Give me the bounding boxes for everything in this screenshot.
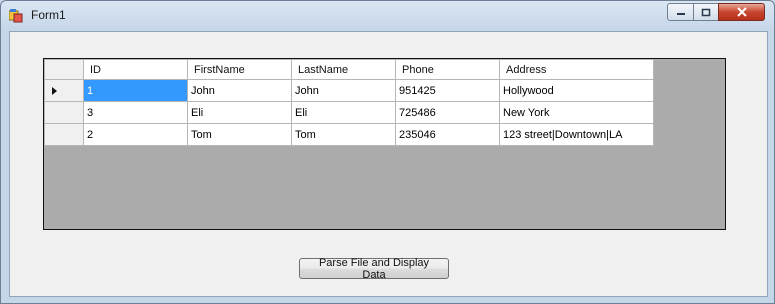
- row-header[interactable]: [44, 123, 84, 146]
- cell-id[interactable]: 3: [83, 101, 188, 124]
- restore-icon: [701, 8, 711, 16]
- parse-file-button[interactable]: Parse File and Display Data: [299, 257, 449, 281]
- form1-window: Form1 ID FirstName LastName Phone Addres…: [0, 0, 775, 304]
- row-header[interactable]: [44, 101, 84, 124]
- table-row[interactable]: 1 John John 951425 Hollywood: [44, 79, 654, 102]
- column-header-id[interactable]: ID: [83, 59, 188, 80]
- cell-phone[interactable]: 235046: [395, 123, 500, 146]
- cell-lastname[interactable]: John: [291, 79, 396, 102]
- top-left-header-cell[interactable]: [44, 59, 84, 80]
- cell-firstname[interactable]: John: [187, 79, 292, 102]
- close-button[interactable]: [718, 3, 765, 21]
- cell-id[interactable]: 2: [83, 123, 188, 146]
- cell-address[interactable]: 123 street|Downtown|LA: [499, 123, 654, 146]
- close-icon: [736, 7, 747, 17]
- title-bar[interactable]: Form1: [1, 1, 774, 31]
- cell-phone[interactable]: 951425: [395, 79, 500, 102]
- table-row[interactable]: 3 Eli Eli 725486 New York: [44, 101, 654, 124]
- minimize-button[interactable]: [667, 3, 694, 21]
- column-header-address[interactable]: Address: [499, 59, 654, 80]
- cell-phone[interactable]: 725486: [395, 101, 500, 124]
- cell-firstname[interactable]: Eli: [187, 101, 292, 124]
- cell-firstname[interactable]: Tom: [187, 123, 292, 146]
- data-grid-view[interactable]: ID FirstName LastName Phone Address 1 Jo…: [43, 58, 726, 230]
- column-header-lastname[interactable]: LastName: [291, 59, 396, 80]
- app-icon: [9, 9, 23, 23]
- current-row-arrow-icon: [52, 87, 57, 95]
- cell-address[interactable]: Hollywood: [499, 79, 654, 102]
- cell-lastname[interactable]: Eli: [291, 101, 396, 124]
- minimize-icon: [676, 13, 685, 15]
- column-header-firstname[interactable]: FirstName: [187, 59, 292, 80]
- table-row[interactable]: 2 Tom Tom 235046 123 street|Downtown|LA: [44, 123, 654, 146]
- column-header-phone[interactable]: Phone: [395, 59, 500, 80]
- cell-address[interactable]: New York: [499, 101, 654, 124]
- restore-button[interactable]: [693, 3, 719, 21]
- row-header-current[interactable]: [44, 79, 84, 102]
- grid-table: ID FirstName LastName Phone Address 1 Jo…: [44, 59, 654, 146]
- header-row: ID FirstName LastName Phone Address: [44, 59, 654, 80]
- cell-id-selected[interactable]: 1: [83, 79, 188, 102]
- window-title: Form1: [31, 8, 66, 22]
- cell-lastname[interactable]: Tom: [291, 123, 396, 146]
